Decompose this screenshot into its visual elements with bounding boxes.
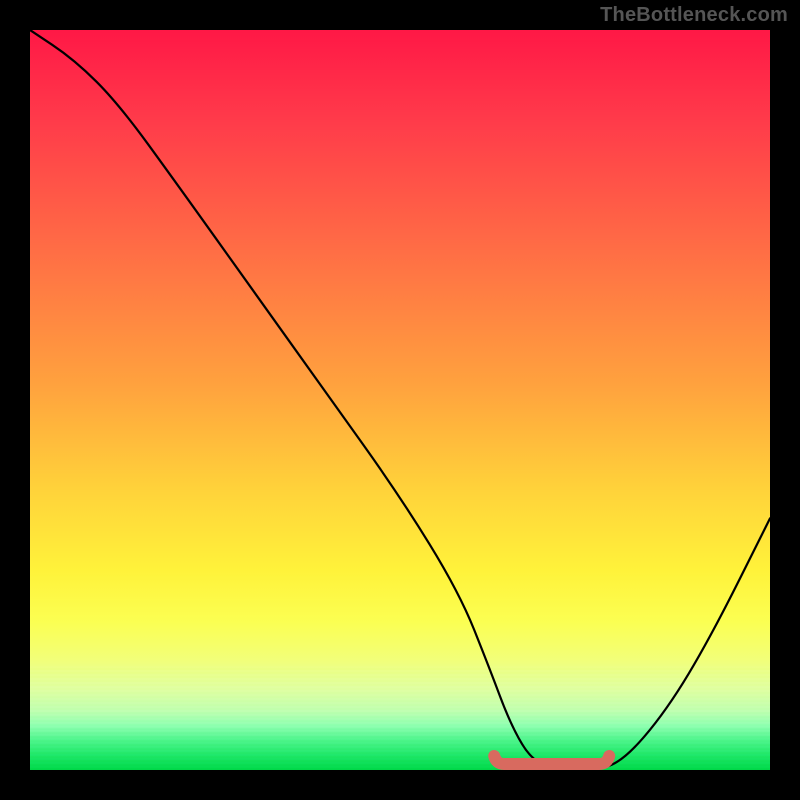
optimal-range-highlight (494, 756, 609, 764)
bottleneck-curve (30, 30, 770, 770)
bottleneck-chart-svg (30, 30, 770, 770)
watermark-text: TheBottleneck.com (600, 4, 788, 27)
chart-plot-area (30, 30, 770, 770)
chart-frame: TheBottleneck.com (0, 0, 800, 800)
